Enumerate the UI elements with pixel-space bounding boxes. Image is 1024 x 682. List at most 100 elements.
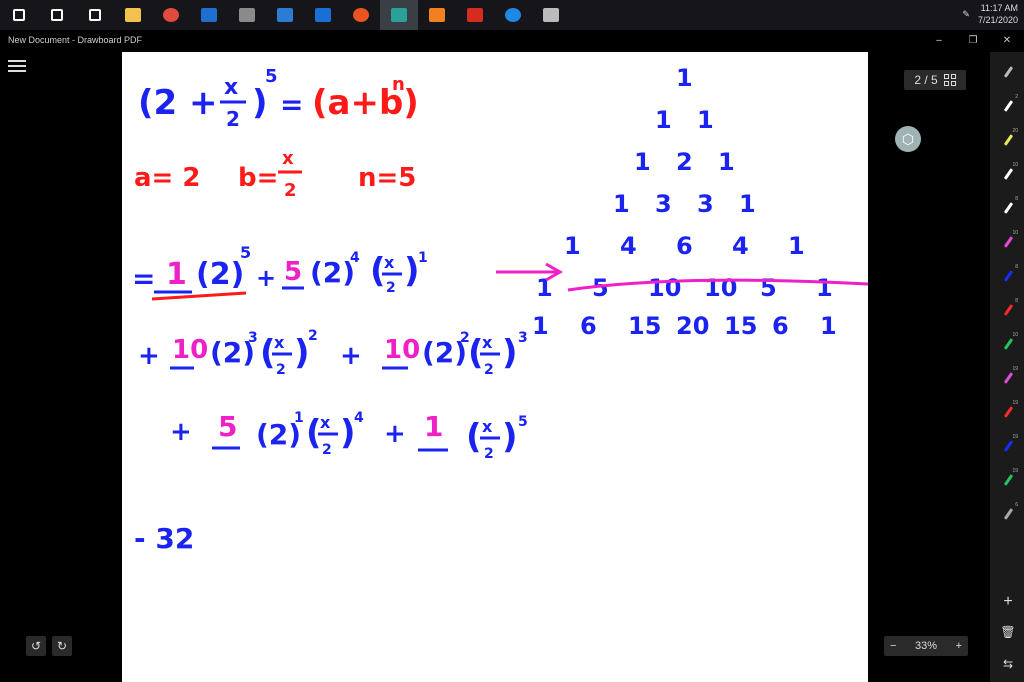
pascal-triangle: 11 11 2 11 3 3 11 4 6 4 11 5 10 10 5 11 6 15 20 15 6 1 (532, 64, 837, 340)
ink-text: x (482, 417, 493, 436)
lasso-tool-icon[interactable] (998, 62, 1018, 82)
drawboard-icon[interactable] (380, 0, 418, 30)
chrome-icon[interactable] (152, 0, 190, 30)
minimize-button[interactable]: – (922, 30, 956, 50)
highlighter-tool-icon[interactable]: 20 (998, 128, 1018, 150)
pascal-entry: 10 (704, 274, 737, 302)
search-icon[interactable] (38, 0, 76, 30)
pdf-page-canvas[interactable]: (2 + x 2 ) 5 = (a+b) n a= 2 b= x 2 n=5 =… (122, 52, 868, 682)
outlook-calendar-icon[interactable] (266, 0, 304, 30)
pen-tool-icon[interactable]: 10 (998, 230, 1018, 252)
ink-text: 5 (240, 243, 251, 262)
ink-text: 2 (276, 362, 286, 378)
ink-text: = (280, 88, 303, 121)
clock[interactable]: 11:17 AM 7/21/2020 (978, 2, 1018, 26)
undo-button[interactable]: ↺ (26, 636, 46, 656)
pen-tool-icon[interactable]: 10 (998, 332, 1018, 354)
window-titlebar: New Document - Drawboard PDF – ❐ ✕ (0, 30, 1024, 50)
pen-tool-icon[interactable]: 8 (998, 298, 1018, 320)
acrobat-icon[interactable] (456, 0, 494, 30)
pascal-entry: 20 (676, 312, 709, 340)
system-tray: ✎ 11:17 AM 7/21/2020 (962, 2, 1018, 26)
close-button[interactable]: ✕ (990, 30, 1024, 50)
swap-toolbar-icon[interactable]: ⇆ (998, 654, 1018, 674)
pen-tool-icon[interactable]: 19 (998, 434, 1018, 456)
ink-text: 5 (518, 414, 528, 430)
zoom-level: 33% (914, 640, 938, 652)
pascal-entry: 4 (732, 232, 749, 260)
ink-text: 2 (484, 362, 494, 378)
ink-text: 4 (354, 410, 364, 426)
windows-start-icon[interactable] (0, 0, 38, 30)
pascal-entry: 1 (613, 190, 630, 218)
pen-tool-icon[interactable]: 19 (998, 468, 1018, 490)
pen-tool-icon[interactable]: 8 (998, 196, 1018, 218)
pen-tool-icon[interactable]: 19 (998, 400, 1018, 422)
clock-date: 7/21/2020 (977, 15, 1018, 25)
pascal-entry: 1 (697, 106, 714, 134)
ink-line-6: - 32 (134, 522, 194, 555)
pascal-entry: 2 (676, 148, 693, 176)
svg-text:): ) (502, 417, 518, 457)
ink-text: 2 (308, 328, 318, 344)
zoom-out-button[interactable]: − (890, 640, 896, 652)
zoom-in-button[interactable]: + (956, 640, 962, 652)
mail-icon[interactable] (304, 0, 342, 30)
pascal-entry: 6 (580, 312, 597, 340)
file-explorer-icon[interactable] (114, 0, 152, 30)
pen-settings-icon[interactable]: ✎ (962, 9, 970, 20)
ink-text: 1 (424, 410, 443, 443)
pen-tool-icon[interactable]: 6 (998, 502, 1018, 524)
thumbnails-grid-icon[interactable] (943, 74, 956, 86)
pen-tool-icon[interactable]: 10 (998, 162, 1018, 184)
ink-text: - 32 (134, 522, 194, 555)
settings-hex-icon[interactable]: ⬡ (895, 126, 921, 152)
ink-line-4: + 10 (2) 3 ( x 2 ) 2 + 10 (2) 2 ( x 2 ) … (138, 328, 528, 378)
redo-button[interactable]: ↻ (52, 636, 72, 656)
ink-text: 2 (226, 107, 240, 131)
maximize-button[interactable]: ❐ (956, 30, 990, 50)
pascal-entry: 1 (564, 232, 581, 260)
files-icon[interactable] (532, 0, 570, 30)
screen-tool-icon[interactable] (228, 0, 266, 30)
pascal-entry: 4 (620, 232, 637, 260)
ink-text: 1 (166, 257, 187, 292)
ink-text: + (138, 341, 160, 371)
pascal-entry: 6 (676, 232, 693, 260)
ink-text: + (256, 264, 276, 292)
undo-redo-group: ↺ ↻ (26, 636, 72, 656)
pascal-entry: 1 (816, 274, 833, 302)
camera-app-icon[interactable] (418, 0, 456, 30)
hamburger-menu-icon[interactable] (8, 60, 26, 74)
ink-text: 4 (350, 250, 360, 266)
ink-text: (2) (196, 257, 244, 292)
pascal-entry: 3 (655, 190, 672, 218)
pen-tool-icon[interactable]: 2 (998, 94, 1018, 116)
trash-icon[interactable]: 🗑 (998, 622, 1018, 642)
svg-text:(: ( (466, 417, 482, 457)
pascal-entry: 1 (655, 106, 672, 134)
pascal-entry: 1 (718, 148, 735, 176)
pascal-entry: 1 (634, 148, 651, 176)
ink-text: b= (238, 163, 278, 193)
page-navigator[interactable]: 2 / 5 (904, 70, 966, 90)
edge-icon[interactable] (494, 0, 532, 30)
task-view-icon[interactable] (76, 0, 114, 30)
ink-text: x (224, 75, 238, 100)
ubuntu-icon[interactable] (342, 0, 380, 30)
pascal-entry: 15 (628, 312, 661, 340)
ink-text: 2 (386, 280, 396, 296)
pascal-entry: 1 (820, 312, 837, 340)
pascal-entry: 1 (532, 312, 549, 340)
add-tool-button[interactable]: + (998, 592, 1018, 612)
ink-text: 1 (294, 410, 304, 426)
outlook-icon[interactable] (190, 0, 228, 30)
windows-taskbar: ✎ 11:17 AM 7/21/2020 (0, 0, 1024, 30)
ink-text: 5 (284, 257, 302, 287)
ink-arrow (496, 262, 564, 282)
pen-tool-icon[interactable]: 8 (998, 264, 1018, 286)
page-indicator: 2 / 5 (914, 73, 938, 87)
ink-layer: (2 + x 2 ) 5 = (a+b) n a= 2 b= x 2 n=5 =… (132, 64, 868, 555)
svg-text:): ) (502, 333, 518, 373)
pen-tool-icon[interactable]: 19 (998, 366, 1018, 388)
